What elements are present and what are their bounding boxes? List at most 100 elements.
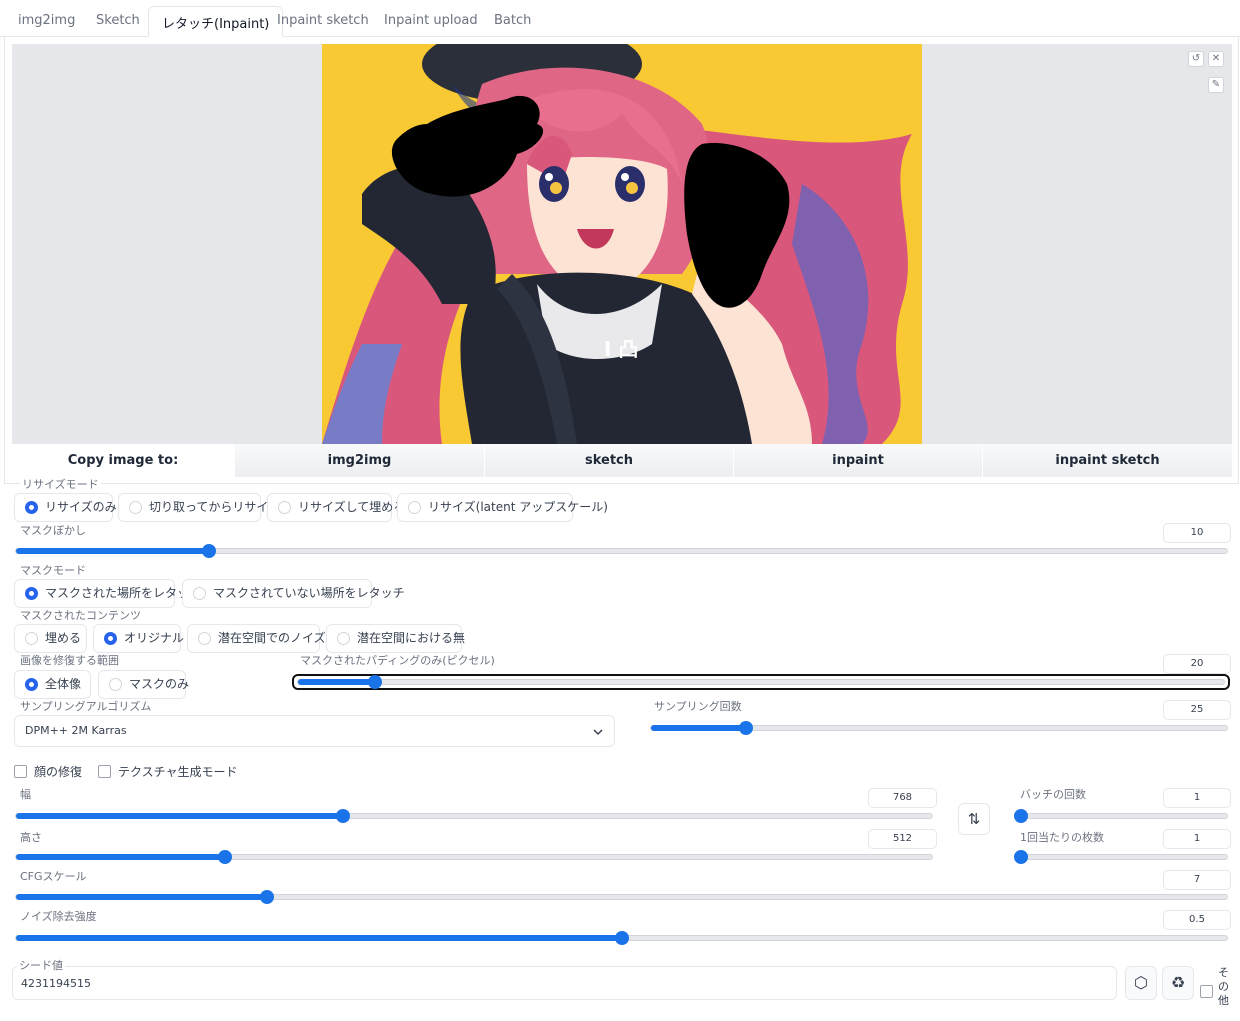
slider-thumb[interactable] [739,721,754,735]
radio-icon [109,678,122,691]
radio-icon [408,501,421,514]
width-label: 幅 [20,788,31,801]
tab-sketch[interactable]: Sketch [92,6,144,37]
inpaint-area-whole-picture[interactable]: 全体像 [14,670,91,699]
mask-mode-inpaint-not-masked[interactable]: マスクされていない場所をレタッチ [182,579,405,608]
radio-icon [198,632,211,645]
option-label: リサイズ(latent アップスケール) [428,500,608,514]
masked-content-original[interactable]: オリジナル [93,624,185,653]
slider-thumb[interactable] [259,890,274,904]
slider-thumb[interactable] [1014,850,1028,864]
option-label: オリジナル [124,631,185,645]
width-slider[interactable] [15,809,933,823]
seed-label: シード値 [17,957,65,973]
extra-seed-checkbox[interactable] [1200,985,1213,998]
sampling-steps-slider[interactable] [650,721,1228,735]
masked-content-label: マスクされたコンテンツ [20,609,141,622]
dice-icon: ⬡ [1134,973,1148,992]
tab-bar: img2img Sketch レタッチ(Inpaint) Inpaint ske… [0,0,1240,37]
batch-count-slider[interactable] [1014,809,1228,823]
inpaint-image[interactable]: I 凸 [322,44,922,444]
resize-mode-just-resize[interactable]: リサイズのみ [14,493,117,522]
recycle-icon: ♻ [1170,973,1186,992]
height-input[interactable]: 512 [868,829,937,849]
padding-label: マスクされたパディングのみ(ピクセル) [300,654,495,667]
hoodie-logo: I 凸 [604,337,638,361]
radio-icon [104,632,117,645]
radio-icon [193,587,206,600]
inpaint-area-only-masked[interactable]: マスクのみ [98,670,190,699]
slider-thumb[interactable] [367,675,382,689]
width-input[interactable]: 768 [868,788,937,808]
random-seed-button[interactable]: ⬡ [1125,966,1157,1000]
restore-faces-checkbox[interactable] [14,765,27,778]
slider-thumb[interactable] [201,544,216,558]
copy-to-img2img-button[interactable]: img2img [234,444,484,477]
inpaint-area-label: 画像を修復する範囲 [20,654,119,667]
copy-to-inpaint-sketch-button[interactable]: inpaint sketch [982,444,1232,477]
resize-mode-crop-resize[interactable]: 切り取ってからリサイズ [118,493,280,522]
padding-input[interactable]: 20 [1163,654,1231,674]
slider-thumb[interactable] [1014,809,1028,823]
radio-icon [129,501,142,514]
batch-count-input[interactable]: 1 [1163,788,1231,808]
swap-dimensions-button[interactable]: ⇅ [958,803,990,835]
copy-to-inpaint-button[interactable]: inpaint [733,444,982,477]
sampler-label: サンプリングアルゴリズム [20,700,152,713]
tab-img2img[interactable]: img2img [14,6,79,37]
resize-mode-resize-fill[interactable]: リサイズして埋める [267,493,405,522]
radio-icon [25,678,38,691]
extra-seed-label: その他 [1218,966,1229,1007]
option-label: 埋める [45,631,82,645]
mask-mode-label: マスクモード [20,564,86,577]
masked-content-latent-noise[interactable]: 潜在空間でのノイズ [187,624,326,653]
mask-blur-input[interactable]: 10 [1163,523,1231,543]
option-label: 潜在空間における無 [357,631,466,645]
sampling-steps-label: サンプリング回数 [654,700,742,713]
reuse-seed-button[interactable]: ♻ [1162,966,1194,1000]
denoising-slider[interactable] [15,931,1228,945]
tab-inpaint[interactable]: レタッチ(Inpaint) [148,6,284,37]
batch-size-input[interactable]: 1 [1163,829,1231,849]
sampler-select[interactable]: DPM++ 2M Karras [14,715,615,747]
slider-thumb[interactable] [614,931,629,945]
mask-blur-label: マスクぼかし [20,524,86,537]
slider-thumb[interactable] [217,850,232,864]
option-label: 全体像 [45,677,82,691]
restore-faces-label: 顔の修復 [34,765,83,779]
tab-inpaint-upload[interactable]: Inpaint upload [380,6,482,37]
sampler-value: DPM++ 2M Karras [25,724,127,737]
masked-content-fill[interactable]: 埋める [14,624,87,653]
denoising-input[interactable]: 0.5 [1163,910,1231,930]
cfg-scale-slider[interactable] [15,890,1228,904]
mask-blur-slider[interactable] [15,544,1228,558]
sampling-steps-input[interactable]: 25 [1163,700,1231,720]
batch-size-label: 1回当たりの枚数 [1020,831,1104,844]
resize-mode-label: リサイズモード [20,476,101,492]
radio-icon [25,587,38,600]
copy-image-label: Copy image to: [12,444,234,477]
radio-icon [25,501,38,514]
tiling-checkbox[interactable] [98,765,111,778]
mask-mode-inpaint-masked[interactable]: マスクされた場所をレタッチ [14,579,201,608]
resize-mode-latent-upscale[interactable]: リサイズ(latent アップスケール) [397,493,608,522]
batch-size-slider[interactable] [1014,850,1228,864]
cfg-scale-input[interactable]: 7 [1163,870,1231,890]
copy-to-sketch-button[interactable]: sketch [484,444,733,477]
swap-icon: ⇅ [967,810,981,828]
brush-icon[interactable]: ✎ [1208,77,1224,93]
slider-thumb[interactable] [336,809,350,823]
padding-slider[interactable] [297,675,1225,689]
chevron-down-icon [593,729,603,736]
close-icon[interactable]: ✕ [1208,51,1224,67]
option-label: マスクされていない場所をレタッチ [213,586,405,600]
seed-input[interactable]: 4231194515 [12,966,1117,1000]
height-slider[interactable] [15,850,933,864]
undo-icon[interactable]: ↺ [1188,51,1204,67]
option-label: マスクのみ [129,677,190,691]
tab-inpaint-sketch[interactable]: Inpaint sketch [273,6,373,37]
radio-icon [25,632,38,645]
tab-batch[interactable]: Batch [490,6,535,37]
tiling-label: テクスチャ生成モード [118,765,238,779]
masked-content-latent-nothing[interactable]: 潜在空間における無 [326,624,466,653]
